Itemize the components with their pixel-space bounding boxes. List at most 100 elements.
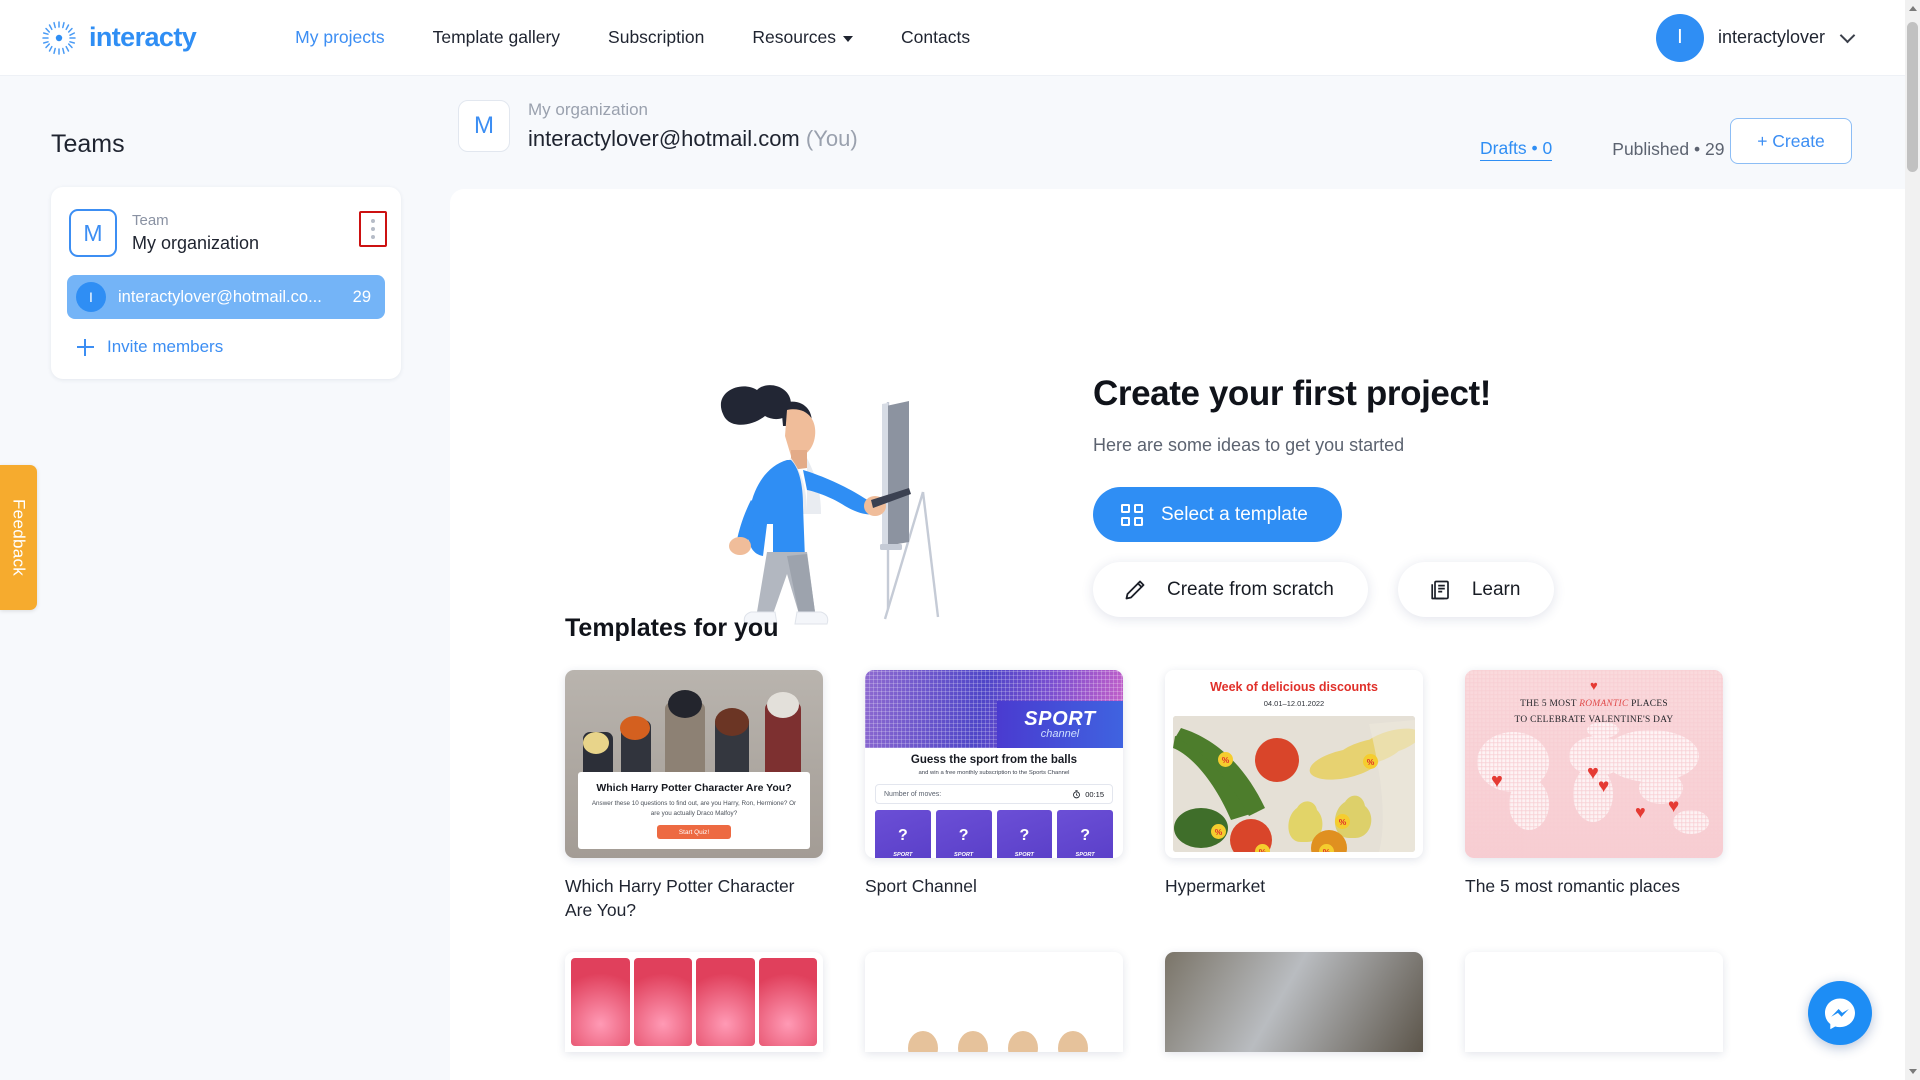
avatar: I bbox=[1655, 13, 1704, 62]
hearts-tiles-preview bbox=[565, 952, 823, 1053]
user-menu[interactable]: I interactylover bbox=[1655, 13, 1856, 62]
timer-value: 00:15 bbox=[1085, 789, 1104, 799]
template-title: Sport Channel bbox=[865, 876, 977, 896]
hypermarket-header: Week of delicious discounts 04.01–12.01.… bbox=[1165, 670, 1423, 716]
template-card-sport-channel[interactable]: SPORT channel Guess the sport from the b… bbox=[865, 670, 1123, 922]
scrollbar-thumb[interactable] bbox=[1907, 22, 1918, 172]
discount-badge: % bbox=[1218, 752, 1233, 767]
discount-badge: % bbox=[1255, 844, 1270, 852]
member-project-count: 29 bbox=[352, 287, 371, 306]
member-email-label: interactylover@hotmail.co... bbox=[118, 287, 322, 306]
start-quiz-button[interactable]: Start Quiz! bbox=[657, 825, 731, 839]
template-thumbnail-partial[interactable] bbox=[865, 952, 1123, 1053]
plus-icon bbox=[77, 338, 94, 356]
question-tile[interactable]: ? SPORT bbox=[875, 810, 931, 858]
romantic-title: THE 5 MOST ROMANTIC PLACES TO CELEBRATE … bbox=[1465, 697, 1723, 728]
tile-label: ? bbox=[1019, 827, 1030, 844]
romantic-line1-b: ROMANTIC bbox=[1579, 699, 1629, 709]
groceries-photo: % % % % % % bbox=[1173, 716, 1415, 852]
template-card-harry-potter[interactable]: Which Harry Potter Character Are You? An… bbox=[565, 670, 823, 922]
photo-preview bbox=[1165, 952, 1423, 1053]
templates-section: Templates for you Which Harry Potter Cha… bbox=[450, 614, 1905, 1053]
scroll-up-button[interactable] bbox=[1905, 0, 1920, 17]
invite-members-label: Invite members bbox=[107, 337, 224, 356]
harry-potter-overlay: Which Harry Potter Character Are You? An… bbox=[578, 772, 810, 849]
question-tile[interactable]: ? SPORT bbox=[1057, 810, 1113, 858]
page-scrollbar[interactable] bbox=[1905, 0, 1920, 1080]
triangle-down-icon bbox=[1908, 1069, 1917, 1074]
organization-avatar: M bbox=[458, 100, 510, 153]
brand-logo[interactable]: interacty bbox=[40, 19, 197, 57]
discount-badge: % bbox=[1363, 754, 1378, 769]
nav-item-my-projects[interactable]: My projects bbox=[271, 27, 408, 48]
question-tile[interactable]: ? SPORT bbox=[996, 810, 1053, 858]
template-overlay-title: Which Harry Potter Character Are You? bbox=[596, 782, 792, 795]
sport-subtitle: and win a free monthly subscription to t… bbox=[918, 770, 1070, 776]
triangle-up-icon bbox=[1908, 6, 1917, 11]
pencil-icon bbox=[1123, 578, 1147, 602]
tile-brand: SPORT bbox=[893, 852, 913, 858]
sport-banner: SPORT channel bbox=[865, 670, 1123, 748]
organization-you-tag: (You) bbox=[805, 125, 858, 151]
sport-title: Guess the sport from the balls bbox=[910, 754, 1078, 766]
team-member-row[interactable]: I interactylover@hotmail.co... 29 bbox=[67, 275, 385, 319]
template-card-romantic-places[interactable]: ♥ THE 5 MOST ROMANTIC PLACES TO CELEBRAT… bbox=[1465, 670, 1723, 922]
scroll-down-button[interactable] bbox=[1905, 1063, 1920, 1080]
messenger-chat-button[interactable] bbox=[1808, 981, 1872, 1045]
blank-preview bbox=[865, 952, 1123, 1053]
nav-item-resources[interactable]: Resources bbox=[728, 27, 877, 48]
template-thumbnail-partial[interactable] bbox=[565, 952, 823, 1053]
nav-label-contacts: Contacts bbox=[901, 27, 971, 47]
organization-name-label: My organization bbox=[528, 100, 649, 119]
romantic-line1-c: PLACES bbox=[1628, 699, 1668, 709]
select-template-label: Select a template bbox=[1161, 503, 1308, 525]
team-row[interactable]: M Team My organization bbox=[67, 205, 385, 259]
filter-drafts[interactable]: Drafts • 0 bbox=[1480, 138, 1553, 161]
sport-channel-logo: SPORT channel bbox=[997, 701, 1123, 748]
page-root: interacty My projects Template gallery S… bbox=[0, 0, 1920, 1080]
select-template-button[interactable]: Select a template bbox=[1093, 487, 1342, 542]
filter-published[interactable]: Published • 29 bbox=[1612, 139, 1724, 160]
project-filters: Drafts • 0 Published • 29 bbox=[1480, 138, 1724, 161]
discount-badge: % bbox=[1335, 814, 1350, 829]
nav-items: My projects Template gallery Subscriptio… bbox=[271, 27, 994, 48]
chevron-down-icon bbox=[1839, 27, 1856, 43]
tile-label: ? bbox=[1080, 827, 1091, 844]
main-content: M My organization interactylover@hotmail… bbox=[450, 76, 1905, 1080]
template-title: Which Harry Potter Character Are You? bbox=[565, 876, 795, 920]
nav-item-subscription[interactable]: Subscription bbox=[584, 27, 728, 48]
template-thumbnail: Week of delicious discounts 04.01–12.01.… bbox=[1165, 670, 1423, 858]
documents-icon bbox=[1428, 578, 1452, 602]
hero-title: Create your first project! bbox=[1093, 374, 1492, 413]
nav-item-contacts[interactable]: Contacts bbox=[877, 27, 994, 48]
teams-sidebar: Teams M Team My organization I interacty… bbox=[0, 76, 450, 1080]
dot bbox=[371, 235, 375, 239]
invite-members-button[interactable]: Invite members bbox=[67, 337, 385, 357]
template-thumbnail: Which Harry Potter Character Are You? An… bbox=[565, 670, 823, 858]
create-from-scratch-label: Create from scratch bbox=[1167, 578, 1334, 600]
create-from-scratch-button[interactable]: Create from scratch bbox=[1093, 562, 1368, 617]
template-thumbnail: SPORT channel Guess the sport from the b… bbox=[865, 670, 1123, 858]
template-thumbnail-partial[interactable] bbox=[1465, 952, 1723, 1053]
learn-button[interactable]: Learn bbox=[1397, 562, 1555, 617]
tile-brand: SPORT bbox=[954, 852, 974, 858]
team-options-menu-button[interactable] bbox=[359, 211, 387, 247]
hypermarket-dates: 04.01–12.01.2022 bbox=[1263, 699, 1325, 708]
heart-icon: ♥ bbox=[1590, 678, 1598, 693]
nav-item-template-gallery[interactable]: Template gallery bbox=[409, 27, 584, 48]
template-thumbnail-partial[interactable] bbox=[1165, 952, 1423, 1053]
organization-block: M My organization interactylover@hotmail… bbox=[458, 98, 858, 155]
organization-email-row: interactylover@hotmail.com (You) bbox=[528, 123, 858, 155]
tile-brand: SPORT bbox=[1014, 852, 1034, 858]
feedback-tab-button[interactable]: Feedback bbox=[0, 465, 37, 610]
create-button[interactable]: + Create bbox=[1730, 118, 1852, 164]
question-tile[interactable]: ? SPORT bbox=[935, 810, 992, 858]
moves-bar: Number of moves: 00:15 bbox=[875, 784, 1113, 804]
heart-marker-icon: ♥ bbox=[1598, 776, 1610, 797]
template-card-hypermarket[interactable]: Week of delicious discounts 04.01–12.01.… bbox=[1165, 670, 1423, 922]
team-type-label: Team bbox=[132, 211, 169, 229]
interacty-logo-icon bbox=[40, 19, 78, 57]
dot bbox=[371, 219, 375, 223]
nav-label-my-projects: My projects bbox=[295, 27, 385, 47]
team-avatar: M bbox=[69, 209, 117, 257]
